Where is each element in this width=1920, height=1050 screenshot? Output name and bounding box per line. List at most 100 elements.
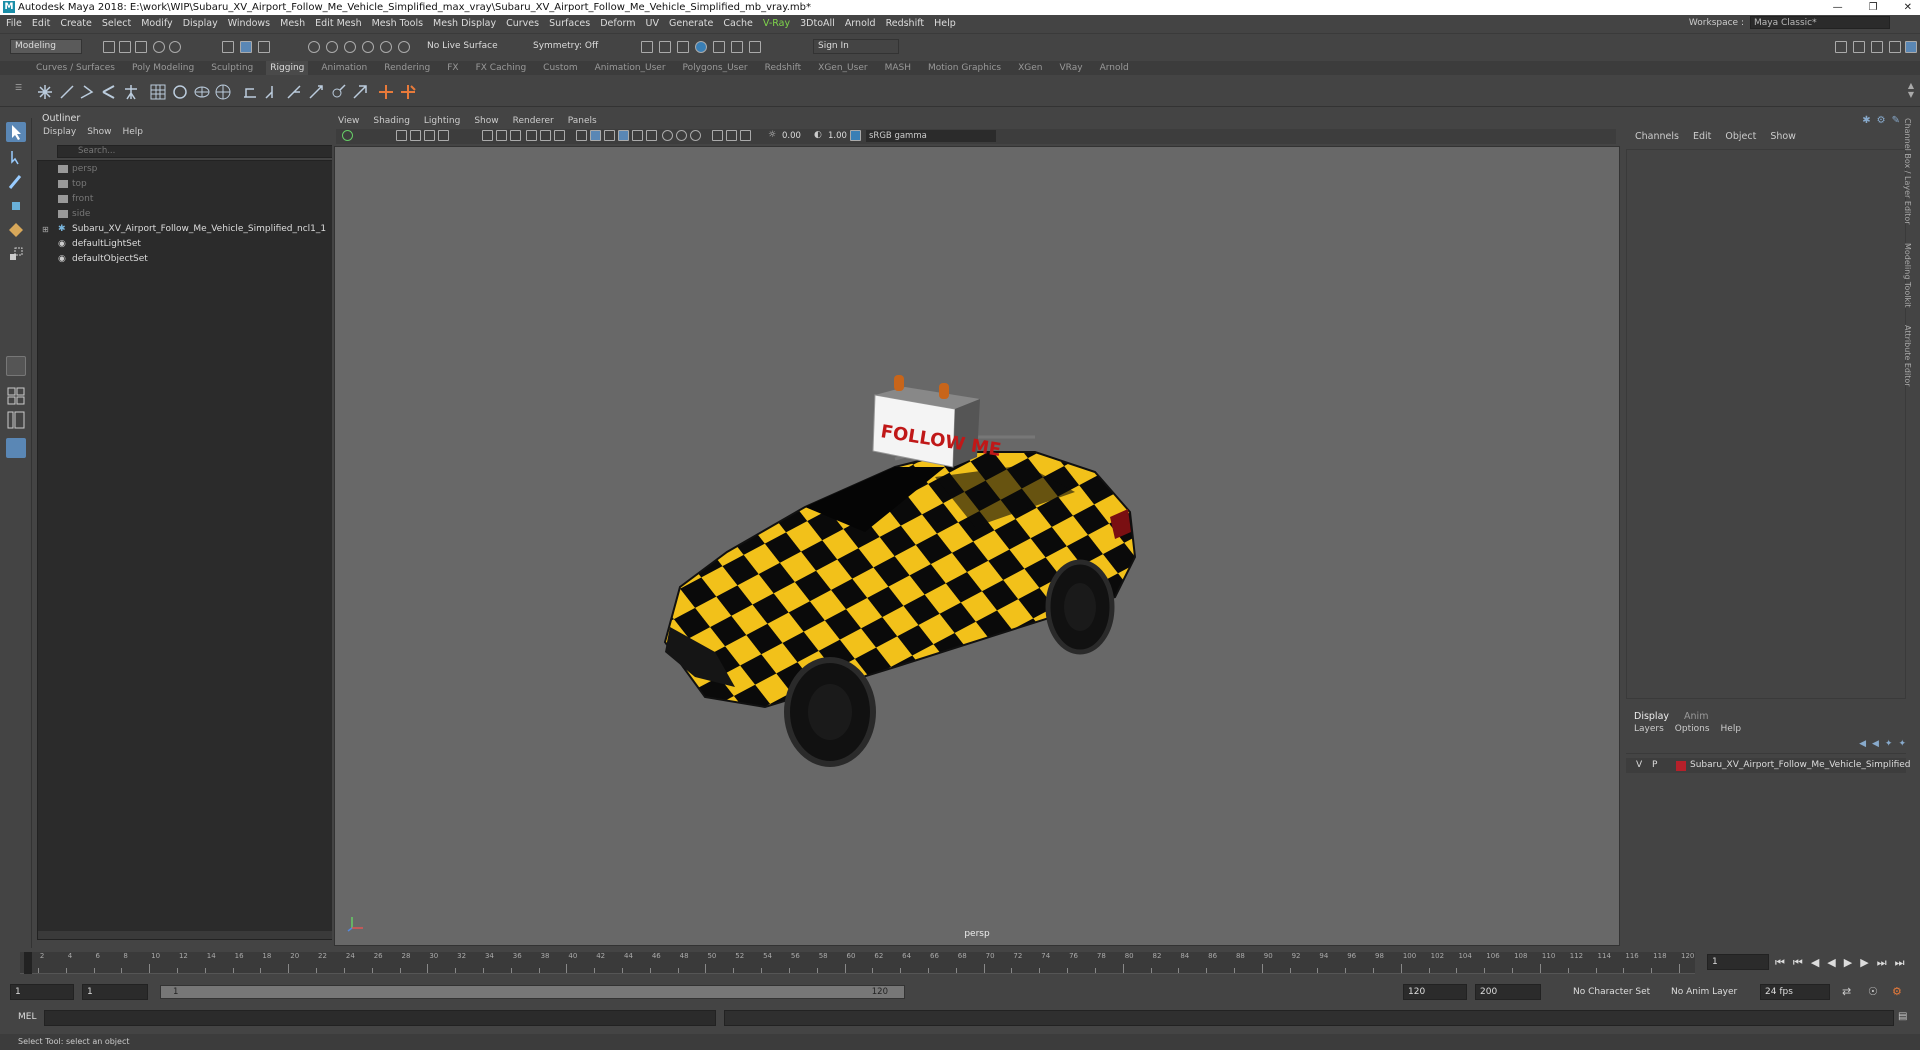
- render-view-icon[interactable]: [659, 41, 671, 53]
- menu-arnold[interactable]: Arnold: [845, 18, 876, 29]
- snap-surface-icon[interactable]: [380, 41, 392, 53]
- outliner-search-input[interactable]: Search...: [57, 145, 337, 158]
- ik-handle-icon[interactable]: [58, 83, 76, 101]
- outliner-item-front[interactable]: front: [38, 192, 346, 207]
- shelf-tab-fx[interactable]: FX: [447, 61, 458, 75]
- grid-toggle-icon[interactable]: [482, 130, 493, 141]
- workspace-selector[interactable]: Workspace : Maya Classic*: [1689, 16, 1890, 29]
- toggle-channel-box-icon[interactable]: [1889, 41, 1901, 53]
- aim-constraint-icon[interactable]: [329, 83, 347, 101]
- undo-icon[interactable]: [153, 41, 165, 53]
- smooth-shade-icon[interactable]: [590, 130, 601, 141]
- workspace-dropdown[interactable]: Maya Classic*: [1750, 16, 1890, 29]
- remove-locator-icon[interactable]: [399, 83, 417, 101]
- step-back-key-icon[interactable]: ⏮: [1793, 956, 1803, 970]
- color-management-icon[interactable]: [850, 130, 861, 141]
- wireframe-on-shaded-icon[interactable]: [604, 130, 615, 141]
- save-scene-icon[interactable]: [135, 41, 147, 53]
- channel-menu-channels[interactable]: Channels: [1635, 131, 1679, 142]
- menu-set-dropdown[interactable]: Modeling: [10, 39, 82, 54]
- blend-shape-icon[interactable]: [193, 83, 211, 101]
- shelf-tab-animation-user[interactable]: Animation_User: [595, 61, 666, 75]
- parent-constraint-icon[interactable]: [241, 83, 259, 101]
- orient-constraint-icon[interactable]: [285, 83, 303, 101]
- layer-menu-layers[interactable]: Layers: [1634, 724, 1664, 734]
- xray-icon[interactable]: [726, 130, 737, 141]
- fps-dropdown[interactable]: 24 fps: [1760, 984, 1830, 1000]
- menu-create[interactable]: Create: [60, 18, 92, 29]
- shelf-tab-xgen[interactable]: XGen: [1018, 61, 1042, 75]
- new-scene-icon[interactable]: [103, 41, 115, 53]
- locator-icon[interactable]: [377, 83, 395, 101]
- shelf-tab-polygons-user[interactable]: Polygons_User: [683, 61, 748, 75]
- point-constraint-icon[interactable]: [263, 83, 281, 101]
- restore-button[interactable]: ❐: [1869, 0, 1878, 15]
- outliner-item-vehicle-group[interactable]: ⊞ ✱ Subaru_XV_Airport_Follow_Me_Vehicle_…: [38, 222, 346, 237]
- shelf-tab-poly-modeling[interactable]: Poly Modeling: [132, 61, 194, 75]
- layer-visibility-toggle[interactable]: V: [1636, 758, 1642, 773]
- gate-mask-icon[interactable]: [526, 130, 537, 141]
- select-tool-icon[interactable]: [6, 122, 26, 142]
- redo-icon[interactable]: [169, 41, 181, 53]
- menu-deform[interactable]: Deform: [600, 18, 635, 29]
- shelf-tab-arnold[interactable]: Arnold: [1100, 61, 1129, 75]
- outliner-item-persp[interactable]: persp: [38, 162, 346, 177]
- bookmark-icon[interactable]: [410, 130, 421, 141]
- shelf-tab-custom[interactable]: Custom: [543, 61, 577, 75]
- layer-row[interactable]: V P Subaru_XV_Airport_Follow_Me_Vehicle_…: [1626, 758, 1911, 773]
- open-scene-icon[interactable]: [119, 41, 131, 53]
- viewport-menu-lighting[interactable]: Lighting: [424, 116, 460, 126]
- outliner-item-default-light-set[interactable]: ◉ defaultLightSet: [38, 237, 346, 252]
- mel-input[interactable]: [44, 1010, 716, 1026]
- menu-edit-mesh[interactable]: Edit Mesh: [315, 18, 361, 29]
- snap-grid-icon[interactable]: [308, 41, 320, 53]
- color-space-dropdown[interactable]: sRGB gamma: [866, 130, 996, 142]
- ipr-render-icon[interactable]: [695, 41, 707, 53]
- menu-mesh[interactable]: Mesh: [280, 18, 305, 29]
- toggle-outliner-icon[interactable]: [1905, 41, 1917, 53]
- menu-help[interactable]: Help: [934, 18, 956, 29]
- move-tool-icon[interactable]: [6, 196, 26, 216]
- lattice-icon[interactable]: [149, 83, 167, 101]
- side-tab-attribute-editor[interactable]: Attribute Editor: [1903, 325, 1912, 387]
- wireframe-icon[interactable]: [576, 130, 587, 141]
- expand-icon[interactable]: ⊞: [42, 222, 49, 237]
- render-current-icon[interactable]: [641, 41, 653, 53]
- minimize-button[interactable]: —: [1833, 0, 1843, 15]
- bind-skin-icon[interactable]: [100, 83, 118, 101]
- snap-plane-icon[interactable]: [362, 41, 374, 53]
- outliner-menu-display[interactable]: Display: [43, 125, 76, 139]
- anim-layer-dropdown[interactable]: No Anim Layer: [1671, 987, 1737, 997]
- pause-render-icon[interactable]: [749, 41, 761, 53]
- persp-outliner-layout-icon[interactable]: [6, 410, 26, 430]
- new-layer-icon[interactable]: ✦: [1885, 739, 1893, 749]
- menu-generate[interactable]: Generate: [669, 18, 713, 29]
- step-forward-frame-icon[interactable]: ▶: [1860, 956, 1868, 970]
- menu-uv[interactable]: UV: [646, 18, 659, 29]
- preferences-icon[interactable]: ⚙: [1892, 985, 1902, 998]
- textured-icon[interactable]: [618, 130, 629, 141]
- go-to-end-icon[interactable]: ⏭: [1895, 956, 1905, 970]
- playback-start-field[interactable]: 1: [82, 984, 148, 1000]
- safe-action-icon[interactable]: [554, 130, 565, 141]
- menu-windows[interactable]: Windows: [228, 18, 270, 29]
- shelf-tab-rigging[interactable]: Rigging: [266, 61, 309, 75]
- menu-modify[interactable]: Modify: [141, 18, 172, 29]
- vehicle-model[interactable]: FOLLOW ME: [335, 147, 1621, 947]
- go-to-start-icon[interactable]: ⏮: [1775, 956, 1785, 970]
- ik-spline-icon[interactable]: [78, 83, 96, 101]
- resolution-gate-icon[interactable]: [510, 130, 521, 141]
- shadows-icon[interactable]: [646, 130, 657, 141]
- current-time-indicator[interactable]: [24, 952, 32, 974]
- viewport-menu-shading[interactable]: Shading: [373, 116, 410, 126]
- auto-key-icon[interactable]: ☉: [1868, 985, 1878, 998]
- script-editor-icon[interactable]: ▤: [1898, 1011, 1907, 1022]
- channel-menu-edit[interactable]: Edit: [1693, 131, 1711, 142]
- toggle-tool-settings-icon[interactable]: [1871, 41, 1883, 53]
- shelf-tab-sculpting[interactable]: Sculpting: [211, 61, 253, 75]
- layer-playback-toggle[interactable]: P: [1652, 758, 1657, 773]
- single-perspective-view-icon[interactable]: [6, 356, 26, 376]
- motion-blur-icon[interactable]: [676, 130, 687, 141]
- pole-vector-icon[interactable]: [351, 83, 369, 101]
- live-surface-label[interactable]: No Live Surface: [427, 41, 498, 51]
